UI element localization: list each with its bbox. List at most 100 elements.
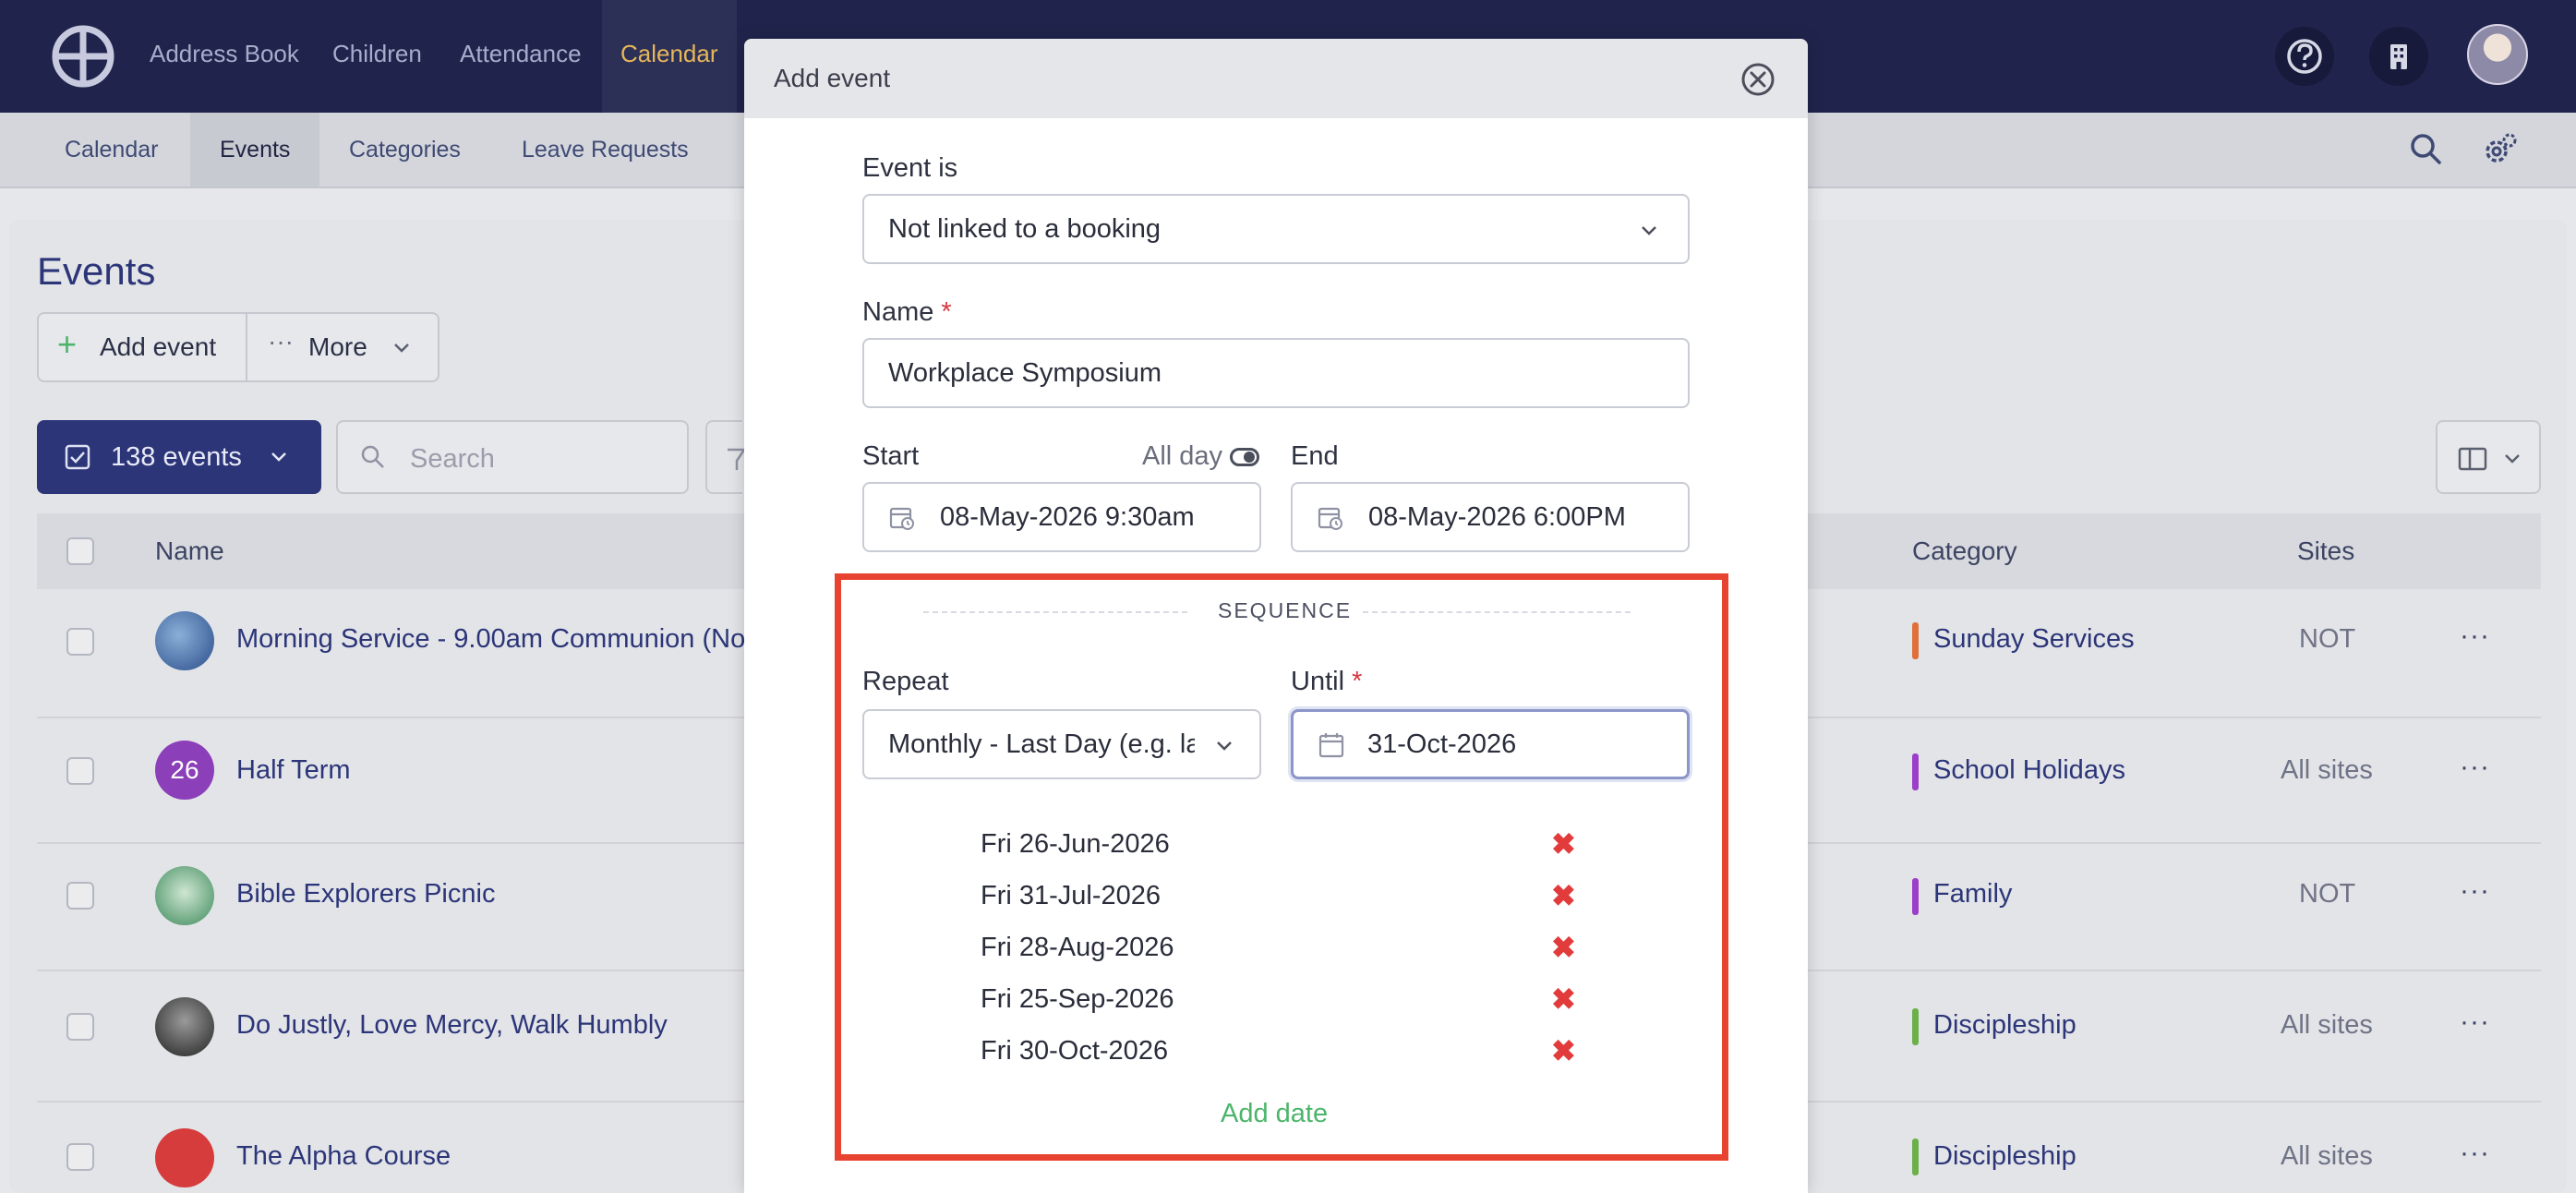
column-header-name[interactable]: Name — [155, 513, 224, 589]
sequence-divider-right — [1363, 611, 1631, 613]
ellipsis-icon: ··· — [268, 327, 294, 355]
sequence-date: Fri 30-Oct-2026 — [981, 1036, 1169, 1066]
end-datetime-input[interactable]: 08-May-2026 6:00PM — [1291, 482, 1690, 552]
repeat-label: Repeat — [862, 667, 949, 696]
row-checkbox[interactable] — [66, 628, 94, 656]
user-avatar[interactable] — [2467, 24, 2528, 85]
sequence-divider-left — [923, 611, 1187, 613]
settings-gears-icon[interactable] — [2480, 129, 2521, 170]
event-name-link[interactable]: Do Justly, Love Mercy, Walk Humbly — [236, 1010, 668, 1041]
tab-calendar[interactable]: Calendar — [65, 113, 158, 187]
category-color-bar — [1912, 878, 1919, 915]
event-category: Discipleship — [1933, 1010, 2076, 1040]
close-icon[interactable] — [1739, 61, 1776, 98]
tab-events[interactable]: Events — [190, 113, 320, 187]
organisation-button[interactable] — [2369, 27, 2428, 86]
row-actions-button[interactable]: ··· — [2460, 1006, 2490, 1038]
event-is-label: Event is — [862, 153, 958, 183]
event-name-link[interactable]: Morning Service - 9.00am Communion (No — [236, 624, 745, 655]
chevron-down-icon — [2505, 454, 2520, 464]
tab-categories[interactable]: Categories — [349, 113, 461, 187]
row-actions-button[interactable]: ··· — [2460, 1138, 2490, 1169]
select-all-checkbox[interactable] — [66, 537, 94, 565]
events-count-button[interactable]: 138 events — [37, 420, 321, 494]
category-color-bar — [1912, 753, 1919, 790]
events-count-label: 138 events — [111, 442, 242, 472]
until-label-text: Until — [1291, 667, 1345, 696]
end-value: 08-May-2026 6:00PM — [1368, 502, 1626, 532]
add-event-button[interactable]: + Add event — [37, 314, 246, 380]
remove-date-button[interactable]: ✖ — [1551, 878, 1576, 913]
more-button[interactable]: ··· More — [247, 314, 438, 380]
remove-date-button[interactable]: ✖ — [1551, 826, 1576, 862]
event-category: School Holidays — [1933, 755, 2125, 785]
tab-leave-requests[interactable]: Leave Requests — [522, 113, 689, 187]
help-button[interactable] — [2275, 27, 2334, 86]
sequence-date: Fri 31-Jul-2026 — [981, 881, 1162, 910]
event-sites: All sites — [2281, 1010, 2373, 1040]
event-is-select[interactable]: Not linked to a booking — [862, 194, 1690, 264]
until-date-input[interactable]: 31-Oct-2026 — [1291, 709, 1690, 779]
add-event-label: Add event — [100, 332, 217, 361]
chevron-down-icon — [394, 343, 409, 353]
more-label: More — [308, 332, 367, 361]
start-value: 08-May-2026 9:30am — [940, 502, 1195, 532]
repeat-select[interactable]: Monthly - Last Day (e.g. last Friday) — [862, 709, 1261, 779]
required-mark: * — [1352, 667, 1363, 696]
category-color-bar — [1912, 622, 1919, 659]
plus-icon: + — [57, 325, 78, 363]
remove-date-button[interactable]: ✖ — [1551, 930, 1576, 965]
modal-title: Add event — [774, 64, 891, 92]
filter-icon — [728, 448, 744, 470]
all-day-label: All day — [1142, 441, 1223, 471]
event-sites: NOT — [2299, 879, 2356, 909]
event-name-link[interactable]: The Alpha Course — [236, 1141, 451, 1172]
row-actions-button[interactable]: ··· — [2460, 752, 2490, 783]
calendar-clock-icon — [1318, 507, 1342, 530]
row-checkbox[interactable] — [66, 1143, 94, 1171]
calendar-icon — [1318, 733, 1344, 758]
building-icon — [2390, 44, 2407, 69]
row-checkbox[interactable] — [66, 757, 94, 785]
nav-address-book[interactable]: Address Book — [150, 0, 299, 113]
row-checkbox[interactable] — [66, 1013, 94, 1041]
search-icon — [361, 445, 384, 468]
modal-header — [744, 39, 1808, 118]
event-is-value: Not linked to a booking — [888, 214, 1162, 244]
app-logo-icon[interactable] — [50, 23, 116, 90]
remove-date-button[interactable]: ✖ — [1551, 982, 1576, 1017]
until-value: 31-Oct-2026 — [1367, 729, 1517, 759]
event-avatar — [155, 866, 214, 925]
column-header-category[interactable]: Category — [1912, 513, 2017, 589]
event-name-link[interactable]: Bible Explorers Picnic — [236, 879, 495, 910]
category-color-bar — [1912, 1008, 1919, 1045]
row-actions-button[interactable]: ··· — [2460, 875, 2490, 907]
name-input[interactable]: Workplace Symposium — [862, 338, 1690, 408]
page-title: Events — [37, 249, 156, 293]
event-category: Sunday Services — [1933, 624, 2135, 654]
row-checkbox[interactable] — [66, 882, 94, 910]
add-date-link[interactable]: Add date — [1221, 1099, 1328, 1129]
nav-children[interactable]: Children — [332, 0, 422, 113]
event-name-link[interactable]: Half Term — [236, 755, 351, 786]
sequence-date: Fri 28-Aug-2026 — [981, 933, 1174, 962]
events-search-input[interactable]: Search — [336, 420, 689, 494]
column-layout-button[interactable] — [2436, 420, 2541, 494]
all-day-toggle[interactable] — [1230, 448, 1259, 466]
column-header-sites[interactable]: Sites — [2297, 513, 2354, 589]
nav-calendar[interactable]: Calendar — [602, 0, 737, 113]
search-icon[interactable] — [2408, 131, 2445, 168]
row-actions-button[interactable]: ··· — [2460, 621, 2490, 652]
start-datetime-input[interactable]: 08-May-2026 9:30am — [862, 482, 1261, 552]
event-sites: All sites — [2281, 755, 2373, 785]
category-color-bar — [1912, 1139, 1919, 1175]
check-square-icon — [65, 444, 90, 470]
filter-button[interactable] — [705, 420, 744, 494]
nav-attendance[interactable]: Attendance — [460, 0, 582, 113]
toggle-knob — [1244, 452, 1255, 463]
columns-icon — [2458, 447, 2487, 471]
remove-date-button[interactable]: ✖ — [1551, 1033, 1576, 1068]
event-category: Discipleship — [1933, 1141, 2076, 1171]
sequence-section — [835, 573, 1728, 1161]
sequence-date: Fri 26-Jun-2026 — [981, 829, 1170, 859]
